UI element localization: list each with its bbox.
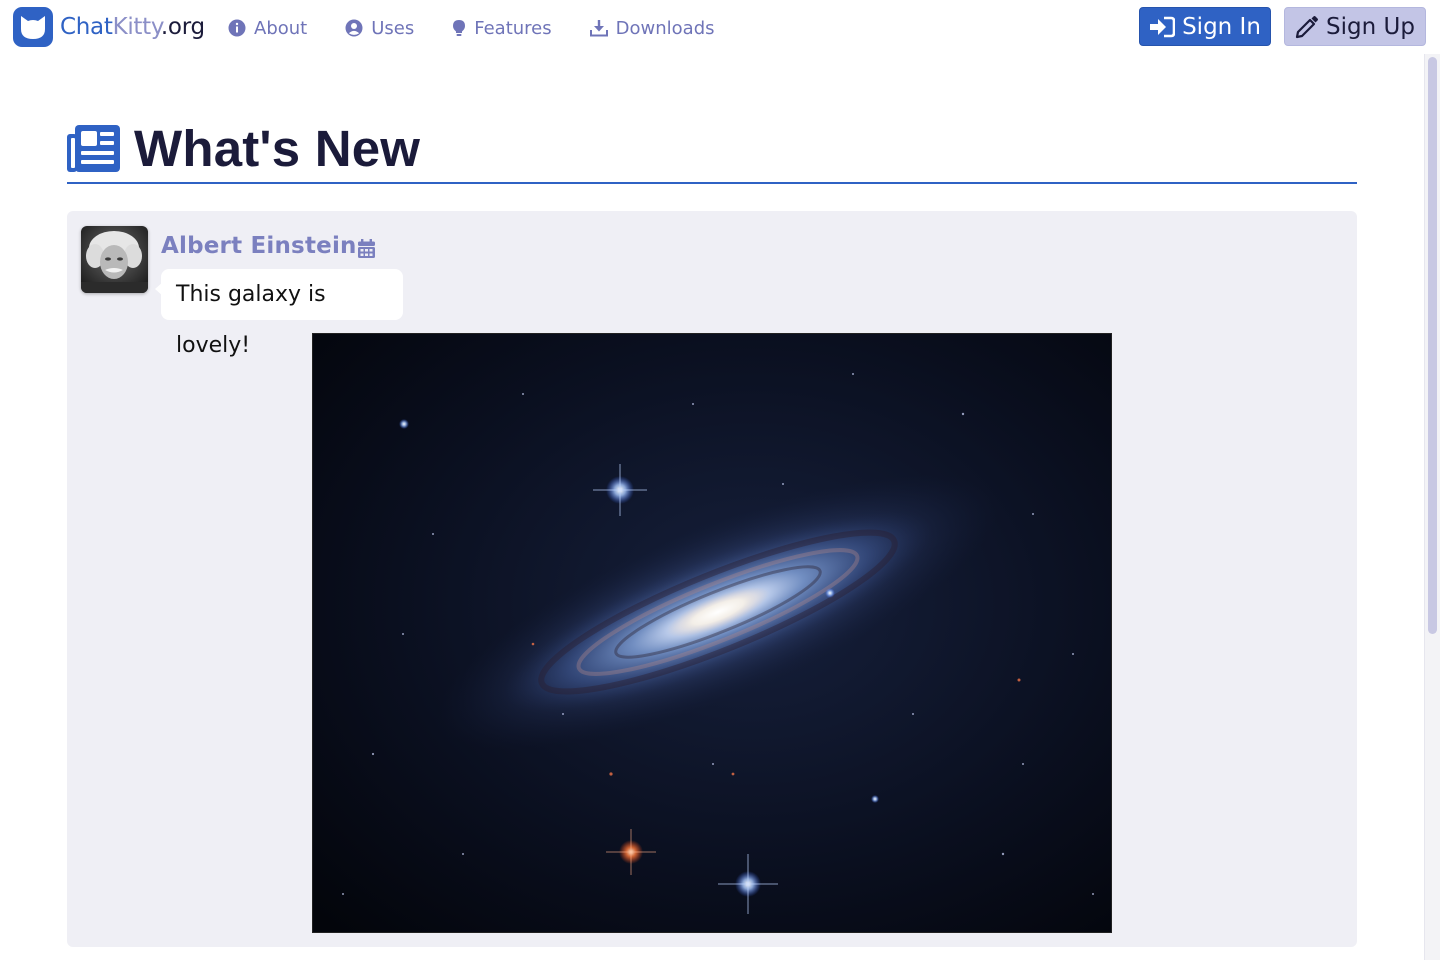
brand-name-chat: Chat [60, 14, 113, 40]
nav-item-uses[interactable]: Uses [345, 18, 414, 39]
nav-item-downloads[interactable]: Downloads [589, 17, 715, 39]
scrollbar-thumb[interactable] [1428, 57, 1437, 634]
main-nav: About Uses Features Downloads [228, 14, 753, 42]
top-navbar: ChatKitty.org About Uses Features Downlo… [0, 0, 1440, 56]
info-circle-icon [228, 19, 246, 37]
nav-item-label: About [254, 17, 308, 39]
brand-link[interactable]: ChatKitty.org [13, 7, 205, 47]
avatar[interactable] [81, 226, 148, 293]
nav-item-label: Uses [371, 17, 415, 39]
post-message: This galaxy is lovely! [161, 269, 403, 358]
cat-logo-icon [13, 7, 53, 47]
brand-name: ChatKitty.org [60, 7, 205, 47]
page-title: What's New [134, 120, 421, 177]
page-scrollbar[interactable] [1424, 54, 1440, 960]
sign-in-button[interactable]: Sign In [1139, 7, 1271, 46]
calendar-icon[interactable] [358, 239, 375, 258]
feed-post: Albert Einstein This galaxy is lovely! [67, 211, 1357, 947]
sign-in-label: Sign In [1182, 13, 1261, 40]
pencil-icon [1295, 15, 1319, 38]
newspaper-icon [67, 125, 120, 172]
sign-up-label: Sign Up [1326, 13, 1415, 40]
download-icon [589, 20, 608, 37]
sign-up-button[interactable]: Sign Up [1284, 7, 1426, 46]
sign-in-icon [1150, 16, 1176, 37]
nav-item-about[interactable]: About [228, 18, 307, 39]
user-circle-icon [345, 19, 363, 37]
brand-name-org: .org [160, 14, 205, 40]
post-author[interactable]: Albert Einstein [161, 233, 357, 259]
nav-item-features[interactable]: Features [452, 17, 552, 39]
brand-name-kitty: Kitty [112, 14, 162, 40]
page-heading: What's New [67, 118, 1357, 184]
nav-item-label: Downloads [615, 17, 715, 39]
lightbulb-icon [453, 19, 466, 36]
post-image-galaxy[interactable] [312, 333, 1112, 933]
nav-item-label: Features [474, 17, 552, 39]
